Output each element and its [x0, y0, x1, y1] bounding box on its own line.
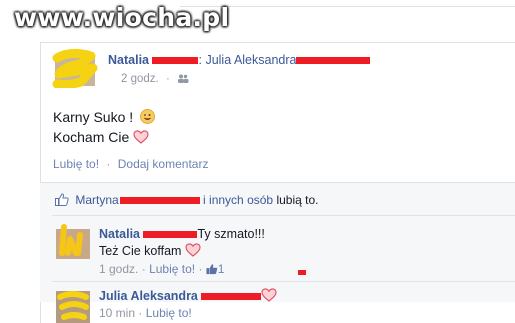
separator: · [138, 306, 143, 320]
redaction-mark [201, 293, 262, 301]
thumbs-up-icon[interactable] [206, 263, 218, 275]
separator: · [198, 262, 203, 276]
comment-text: Też Cie koffam [99, 244, 182, 258]
friends-icon[interactable] [177, 74, 189, 84]
separator: · [141, 262, 146, 276]
comment-like-link[interactable]: Lubię to! [146, 306, 192, 320]
post-body: Karny Suko ! Kocham Cie [53, 107, 156, 149]
others-link[interactable]: i innych osób [203, 193, 273, 207]
heart-icon [261, 288, 277, 305]
divider [52, 281, 515, 282]
redaction-mark [152, 57, 199, 65]
avatar[interactable] [54, 287, 92, 323]
comment-author[interactable]: Julia Aleksandra [99, 289, 198, 303]
liker-name[interactable]: Martyna [75, 193, 118, 207]
author-name[interactable]: Natalia [108, 53, 149, 67]
comment-text: Ty szmato!!! [197, 227, 265, 241]
heart-icon [133, 129, 149, 149]
wink-emoji-icon [140, 109, 156, 124]
separator: · [106, 157, 111, 171]
heart-icon [185, 243, 201, 260]
comment-header: Julia Aleksandra [99, 288, 277, 305]
watermark: www.wiocha.pl [14, 3, 230, 32]
comment-time[interactable]: 1 godz. [99, 262, 138, 276]
add-comment-link[interactable]: Dodaj komentarz [118, 157, 209, 171]
post-text: Kocham Cie [53, 129, 130, 145]
redaction-mark [296, 57, 371, 65]
divider [52, 215, 515, 216]
comment-meta: 10 min · Lubię to! [99, 306, 192, 320]
comment-line: Też Cie koffam [99, 243, 201, 260]
recipient-arrow: : [198, 53, 202, 67]
comment-time[interactable]: 10 min [99, 306, 135, 320]
facebook-post-screenshot: www.wiocha.pl Natalia : Julia Aleksandra… [0, 0, 515, 323]
comment-author[interactable]: Natalia [99, 227, 140, 241]
comment-meta: 1 godz. · Lubię to! · 1 [99, 262, 224, 276]
recipient-name[interactable]: Julia Aleksandra [205, 53, 296, 67]
thumbs-up-icon [55, 193, 69, 206]
post-line: Kocham Cie [53, 127, 155, 149]
post-header: Natalia : Julia Aleksandra [108, 53, 371, 67]
redaction-mark [298, 270, 306, 275]
post-actions: Lubię to! · Dodaj komentarz [53, 157, 208, 171]
like-link[interactable]: Lubię to! [53, 157, 99, 171]
redaction-mark [143, 231, 198, 239]
comment-header: Natalia Ty szmato!!! [99, 227, 265, 241]
post-text: Karny Suko ! [53, 109, 134, 125]
redaction-mark [119, 197, 200, 205]
likes-summary: Martyna i innych osób lubią to. [55, 193, 318, 207]
post-line: Karny Suko ! [53, 107, 156, 127]
separator: · [165, 73, 170, 85]
avatar[interactable] [51, 48, 99, 90]
post-timestamp-row: 2 godz. · [121, 73, 189, 85]
likes-suffix: lubią to. [276, 193, 319, 207]
avatar[interactable] [54, 223, 92, 259]
like-count[interactable]: 1 [218, 262, 225, 276]
comment-like-link[interactable]: Lubię to! [149, 262, 195, 276]
post-time[interactable]: 2 godz. [121, 73, 159, 85]
